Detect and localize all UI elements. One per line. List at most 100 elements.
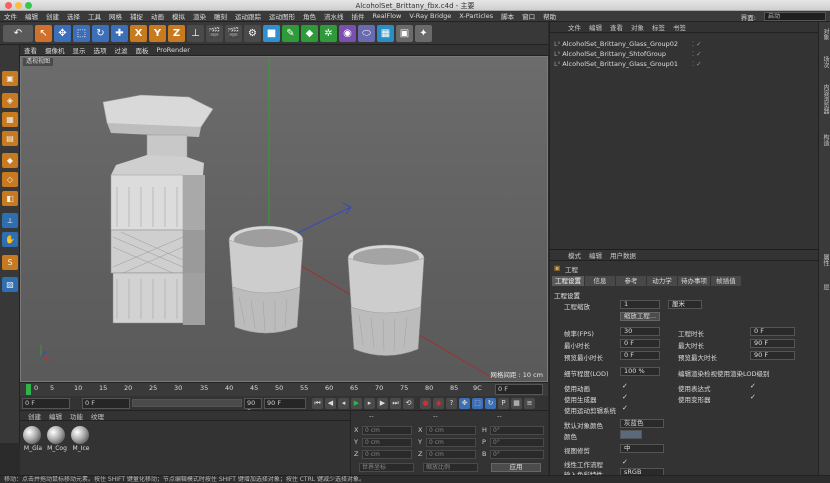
menu-render[interactable]: 渲染 <box>189 11 210 21</box>
record-icon[interactable]: ● <box>420 397 431 409</box>
visibility-dots-icon[interactable]: ⁚ ✓ <box>692 50 702 59</box>
menu-realflow[interactable]: RealFlow <box>369 12 406 20</box>
menu-file[interactable]: 文件 <box>0 11 21 21</box>
use-expression-checkbox[interactable]: ✓ <box>750 382 756 390</box>
preview-max-field[interactable]: 90 F <box>750 351 795 360</box>
tab-dynamics[interactable]: 动力学 <box>647 276 677 286</box>
menu-create[interactable]: 创建 <box>42 11 63 21</box>
object-menu-file[interactable]: 文件 <box>564 22 585 32</box>
object-menu-tags[interactable]: 标签 <box>648 22 669 32</box>
make-editable-icon[interactable]: ▣ <box>2 71 18 86</box>
next-key-icon[interactable]: ▶ <box>377 397 388 409</box>
recent-tool-icon[interactable]: ✚ <box>111 24 128 42</box>
attribute-menu-edit[interactable]: 编辑 <box>585 250 606 260</box>
subdivision-icon[interactable]: ◆ <box>301 24 318 42</box>
menu-select[interactable]: 选择 <box>63 11 84 21</box>
workplane-icon[interactable]: ▤ <box>2 131 18 146</box>
viewport-menu-view[interactable]: 查看 <box>20 45 41 55</box>
autokey-icon[interactable]: ◉ <box>433 397 444 409</box>
axis-mode-icon[interactable]: ⟂ <box>2 213 18 228</box>
coordinate-system-icon[interactable]: ⊥ <box>187 24 204 42</box>
go-to-start-icon[interactable]: ⏮ <box>312 397 323 409</box>
timeline-ruler[interactable]: 0 5 10 15 20 25 30 35 40 45 50 55 60 65 … <box>20 382 548 396</box>
keyframe-selection-icon[interactable]: ? <box>446 397 457 409</box>
tab-interpolation[interactable]: 帧插值 <box>711 276 741 286</box>
preview-min-field[interactable]: 0 F <box>620 351 660 360</box>
material-menu-texture[interactable]: 纹理 <box>87 411 108 421</box>
tab-project-settings[interactable]: 工程设置 <box>552 276 584 286</box>
menu-tools[interactable]: 工具 <box>84 11 105 21</box>
tab-todo[interactable]: 待办事项 <box>678 276 710 286</box>
deformer-icon[interactable]: ◉ <box>339 24 356 42</box>
menu-help[interactable]: 帮助 <box>539 11 560 21</box>
rotation-b-field[interactable]: 0° <box>490 450 544 459</box>
menu-script[interactable]: 脚本 <box>497 11 518 21</box>
environment-icon[interactable]: ⬭ <box>358 24 375 42</box>
rotation-h-field[interactable]: 0° <box>490 426 544 435</box>
menu-plugins[interactable]: 插件 <box>348 11 369 21</box>
floor-icon[interactable]: ▦ <box>377 24 394 42</box>
next-frame-icon[interactable]: ▸ <box>364 397 375 409</box>
menu-snap[interactable]: 捕捉 <box>126 11 147 21</box>
color-swatch[interactable] <box>620 430 642 439</box>
array-icon[interactable]: ✲ <box>320 24 337 42</box>
size-mode-select[interactable]: 缩放比例 <box>423 463 478 472</box>
axis-y-button[interactable]: Y <box>149 24 166 42</box>
object-menu-bookmarks[interactable]: 书签 <box>669 22 690 32</box>
object-row[interactable]: L⁰ AlcoholSet_Brittany_Glass_Group01 ⁚ ✓ <box>554 60 702 69</box>
key-parameter-icon[interactable]: P <box>498 397 509 409</box>
scale-field[interactable]: 1 <box>620 300 660 309</box>
points-mode-icon[interactable]: ◆ <box>2 153 18 168</box>
viewport-menu-prorender[interactable]: ProRender <box>153 46 194 54</box>
menu-vray[interactable]: V-Ray Bridge <box>405 12 455 20</box>
rotate-icon[interactable]: ↻ <box>92 24 109 42</box>
visibility-dots-icon[interactable]: ⁚ ✓ <box>692 60 702 69</box>
light-icon[interactable]: ✦ <box>415 24 432 42</box>
duration-field[interactable]: 0 F <box>750 327 795 336</box>
material-menu-function[interactable]: 功能 <box>66 411 87 421</box>
key-position-icon[interactable]: ✥ <box>459 397 470 409</box>
texture-mode-icon[interactable]: ▦ <box>2 112 18 127</box>
undo-icon[interactable]: ↶ <box>3 24 33 42</box>
menu-sculpt[interactable]: 雕刻 <box>210 11 231 21</box>
rotation-p-field[interactable]: 0° <box>490 438 544 447</box>
spline-pen-icon[interactable]: ✎ <box>282 24 299 42</box>
max-time-field[interactable]: 90 F <box>750 339 795 348</box>
material-menu-edit[interactable]: 编辑 <box>45 411 66 421</box>
min-time-field[interactable]: 0 F <box>620 339 660 348</box>
key-scale-icon[interactable]: ⬚ <box>472 397 483 409</box>
viewport-menu-camera[interactable]: 摄像机 <box>41 45 69 55</box>
object-row[interactable]: L⁰ AlcoholSet_Brittany_ShtofGroup ⁚ ✓ <box>554 50 702 59</box>
object-menu-objects[interactable]: 对象 <box>627 22 648 32</box>
view-clip-select[interactable]: 中 <box>620 444 664 453</box>
menu-edit[interactable]: 编辑 <box>21 11 42 21</box>
preview-range-slider[interactable] <box>132 399 242 407</box>
scale-unit-select[interactable]: 厘米 <box>668 300 702 309</box>
use-deformer-checkbox[interactable]: ✓ <box>750 393 756 401</box>
model-mode-icon[interactable]: ◈ <box>2 93 18 108</box>
render-settings-icon[interactable]: ⚙ <box>244 24 261 42</box>
material-swatch[interactable]: M_Gla <box>23 426 43 452</box>
menu-xparticles[interactable]: X-Particles <box>455 12 497 20</box>
position-y-field[interactable]: 0 cm <box>362 438 412 447</box>
dock-tab-takes[interactable]: 场次 <box>821 56 830 68</box>
object-menu-view[interactable]: 查看 <box>606 22 627 32</box>
tab-reference[interactable]: 参考 <box>616 276 646 286</box>
size-z-field[interactable]: 0 cm <box>426 450 476 459</box>
viewport-menu-filter[interactable]: 过滤 <box>111 45 132 55</box>
prev-key-icon[interactable]: ◀ <box>325 397 336 409</box>
viewport-menu-options[interactable]: 选项 <box>90 45 111 55</box>
tweak-mode-icon[interactable]: ✋ <box>2 232 18 247</box>
scale-project-button[interactable]: 缩放工程... <box>620 312 660 321</box>
dock-tab-attributes[interactable]: 属性 <box>821 254 830 266</box>
key-rotation-icon[interactable]: ↻ <box>485 397 496 409</box>
axis-x-button[interactable]: X <box>130 24 147 42</box>
edges-mode-icon[interactable]: ◇ <box>2 172 18 187</box>
snap-icon[interactable]: S <box>2 255 18 270</box>
default-color-select[interactable]: 灰蓝色 <box>620 419 664 428</box>
move-icon[interactable]: ✥ <box>54 24 71 42</box>
coordinate-mode-select[interactable]: 世界坐标 <box>359 463 414 472</box>
prev-frame-icon[interactable]: ◂ <box>338 397 349 409</box>
key-point-level-icon[interactable]: ▦ <box>511 397 522 409</box>
axis-z-button[interactable]: Z <box>168 24 185 42</box>
